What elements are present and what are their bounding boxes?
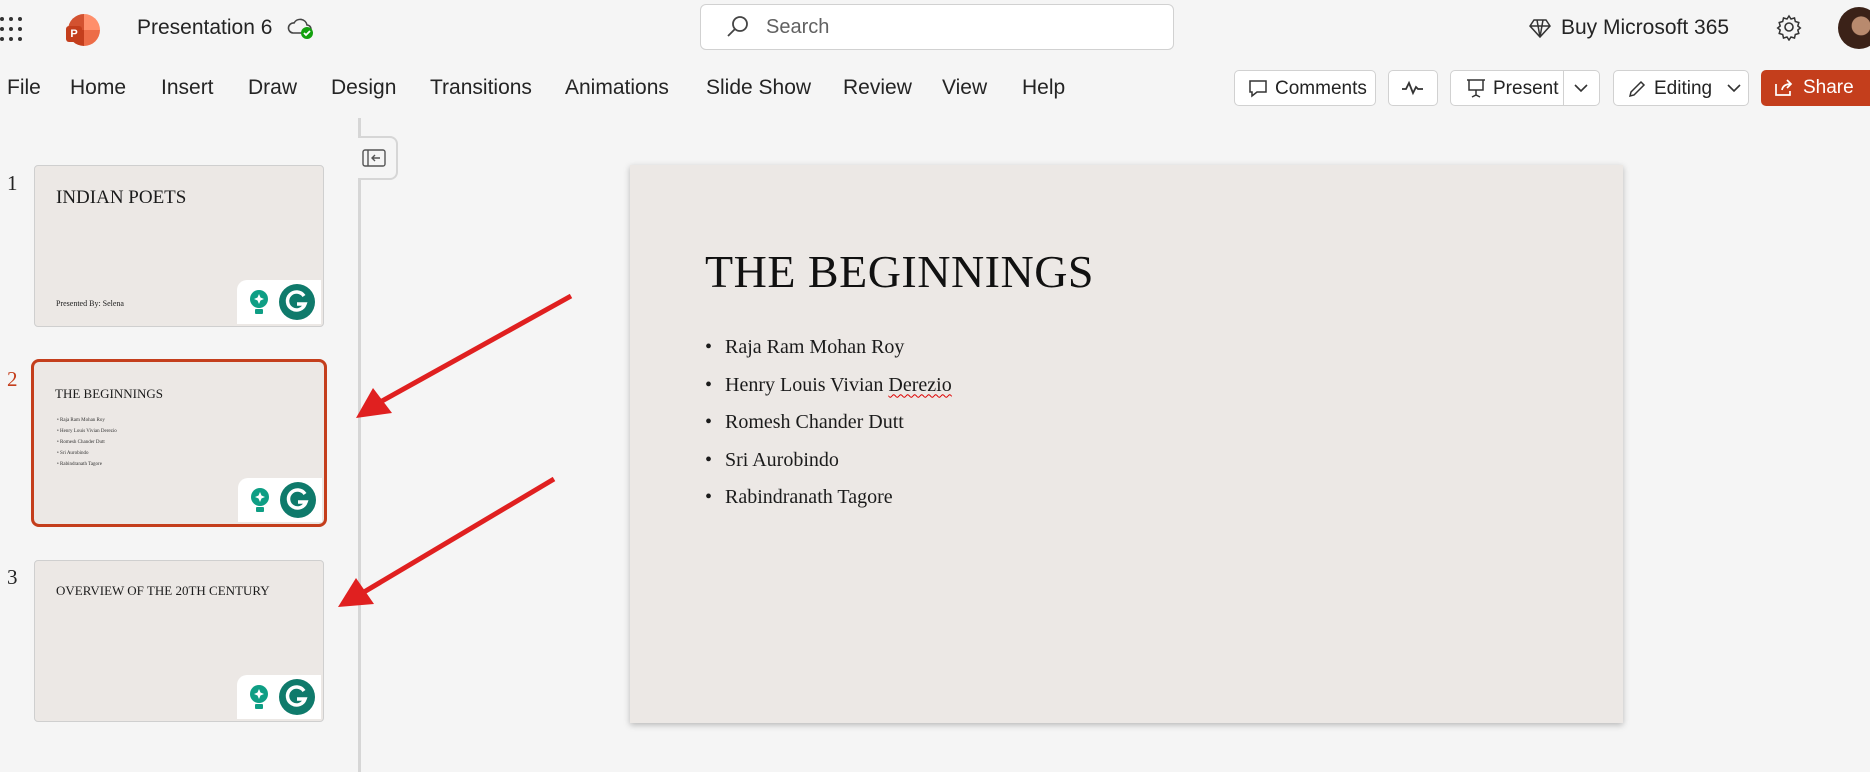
thumbnail-title: OVERVIEW OF THE 20TH CENTURY bbox=[56, 583, 270, 598]
diamond-icon bbox=[1529, 19, 1551, 39]
tab-draw[interactable]: Draw bbox=[248, 76, 297, 100]
slide-thumbnail-2[interactable]: THE BEGINNINGS • Raja Ram Mohan Roy • He… bbox=[31, 359, 327, 527]
copilot-bulb-icon[interactable] bbox=[245, 683, 273, 713]
copilot-bulb-icon[interactable] bbox=[246, 486, 274, 516]
comment-icon bbox=[1249, 80, 1267, 98]
slide-number: 3 bbox=[7, 565, 18, 589]
tab-transitions[interactable]: Transitions bbox=[430, 76, 532, 100]
tab-insert[interactable]: Insert bbox=[161, 76, 214, 100]
thumbnail-pane-divider[interactable] bbox=[358, 118, 361, 772]
present-icon bbox=[1467, 79, 1485, 98]
grammarly-icon[interactable] bbox=[280, 482, 316, 518]
slide-thumbnail-1[interactable]: INDIAN POETS Presented By: Selena bbox=[34, 165, 324, 327]
present-label: Present bbox=[1493, 78, 1559, 99]
document-title[interactable]: Presentation 6 bbox=[137, 16, 272, 40]
slide-title[interactable]: THE BEGINNINGS bbox=[705, 245, 1094, 298]
powerpoint-logo-icon: P bbox=[66, 14, 100, 46]
list-item[interactable]: • Romesh Chander Dutt bbox=[705, 411, 952, 449]
thumbnail-bullets: • Raja Ram Mohan Roy • Henry Louis Vivia… bbox=[57, 418, 117, 467]
misspelled-word[interactable]: Derezio bbox=[888, 374, 951, 397]
tab-design[interactable]: Design bbox=[331, 76, 396, 100]
slide-number: 2 bbox=[7, 367, 18, 391]
search-icon bbox=[727, 16, 748, 37]
collapse-pane-icon bbox=[362, 149, 386, 167]
activity-icon bbox=[1402, 80, 1423, 96]
share-icon bbox=[1775, 79, 1793, 96]
buy-microsoft-365-link[interactable]: Buy Microsoft 365 bbox=[1561, 16, 1729, 40]
annotation-arrow bbox=[380, 293, 573, 404]
slide-number: 1 bbox=[7, 171, 18, 195]
copilot-bulb-icon[interactable] bbox=[245, 288, 273, 318]
annotation-arrowhead bbox=[338, 578, 374, 607]
chevron-down-icon[interactable] bbox=[1573, 83, 1589, 93]
settings-gear-icon[interactable] bbox=[1775, 13, 1803, 41]
tab-help[interactable]: Help bbox=[1022, 76, 1065, 100]
share-label: Share bbox=[1803, 77, 1854, 98]
present-button[interactable]: Present bbox=[1450, 70, 1600, 106]
app-launcher-icon[interactable] bbox=[0, 17, 26, 43]
list-item[interactable]: • Raja Ram Mohan Roy bbox=[705, 336, 952, 374]
slide-bullet-list[interactable]: • Raja Ram Mohan Roy • Henry Louis Vivian … bbox=[705, 336, 952, 524]
editing-mode-button[interactable]: Editing bbox=[1613, 70, 1749, 106]
tab-home[interactable]: Home bbox=[70, 76, 126, 100]
tab-file[interactable]: File bbox=[7, 76, 41, 100]
addin-badges bbox=[237, 280, 321, 324]
thumbnail-subtitle: Presented By: Selena bbox=[56, 299, 124, 308]
thumbnail-title: THE BEGINNINGS bbox=[55, 386, 163, 401]
editing-label: Editing bbox=[1654, 78, 1713, 99]
pencil-icon bbox=[1628, 80, 1646, 98]
tab-view[interactable]: View bbox=[942, 76, 987, 100]
grammarly-icon[interactable] bbox=[279, 284, 315, 320]
comments-label: Comments bbox=[1275, 78, 1367, 99]
thumbnail-title: INDIAN POETS bbox=[56, 187, 187, 208]
comments-button[interactable]: Comments bbox=[1234, 70, 1376, 106]
list-item[interactable]: • Rabindranath Tagore bbox=[705, 486, 952, 524]
share-button[interactable]: Share bbox=[1761, 70, 1870, 106]
annotation-arrow bbox=[362, 476, 556, 595]
chevron-down-icon bbox=[1727, 84, 1741, 93]
catch-up-button[interactable] bbox=[1388, 70, 1438, 106]
search-placeholder[interactable]: Search bbox=[766, 16, 829, 39]
list-item[interactable]: • Henry Louis Vivian Derezio bbox=[705, 374, 952, 412]
collapse-pane-button[interactable] bbox=[358, 136, 398, 180]
tab-review[interactable]: Review bbox=[843, 76, 912, 100]
addin-badges bbox=[238, 478, 322, 522]
addin-badges bbox=[237, 675, 321, 719]
tab-animations[interactable]: Animations bbox=[565, 76, 669, 100]
grammarly-icon[interactable] bbox=[279, 679, 315, 715]
tab-slide-show[interactable]: Slide Show bbox=[706, 76, 811, 100]
cloud-saved-icon[interactable] bbox=[286, 16, 314, 40]
slide-thumbnail-3[interactable]: OVERVIEW OF THE 20TH CENTURY bbox=[34, 560, 324, 722]
list-item[interactable]: • Sri Aurobindo bbox=[705, 449, 952, 487]
annotation-arrowhead bbox=[356, 388, 392, 418]
